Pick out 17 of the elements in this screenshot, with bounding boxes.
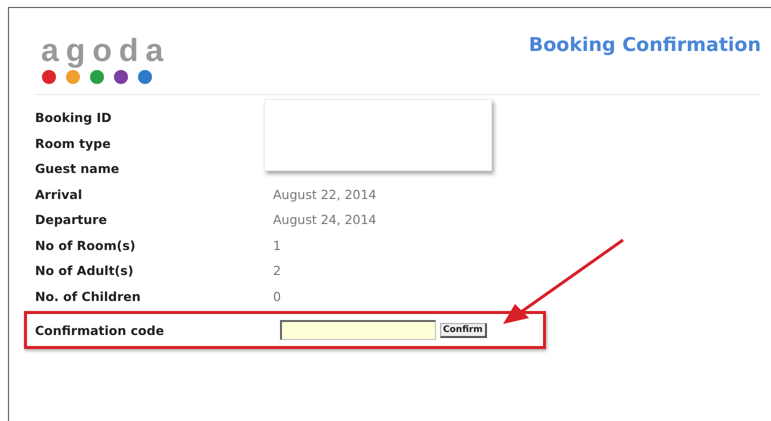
field-value: August 24, 2014 — [273, 212, 378, 228]
field-label: Departure — [35, 212, 108, 228]
field-value: 1 — [273, 238, 282, 253]
field-label: Room type — [35, 136, 112, 151]
field-label: Booking ID — [35, 110, 113, 126]
field-label: No. of Children — [35, 288, 142, 304]
field-label: Guest name — [35, 161, 120, 176]
field-label: Arrival — [35, 186, 84, 202]
logo-text: agoda — [41, 34, 170, 66]
field-label: No of Room(s) — [35, 238, 136, 253]
page-title: Booking Confirmation — [528, 34, 761, 56]
field-value: 2 — [273, 263, 282, 278]
field-label: No of Adult(s) — [35, 263, 134, 278]
field-value: August 22, 2014 — [273, 186, 378, 202]
field-value: 0 — [273, 288, 282, 304]
field-label: Confirmation code — [35, 322, 166, 338]
confirm-button[interactable]: Confirm — [440, 322, 487, 338]
